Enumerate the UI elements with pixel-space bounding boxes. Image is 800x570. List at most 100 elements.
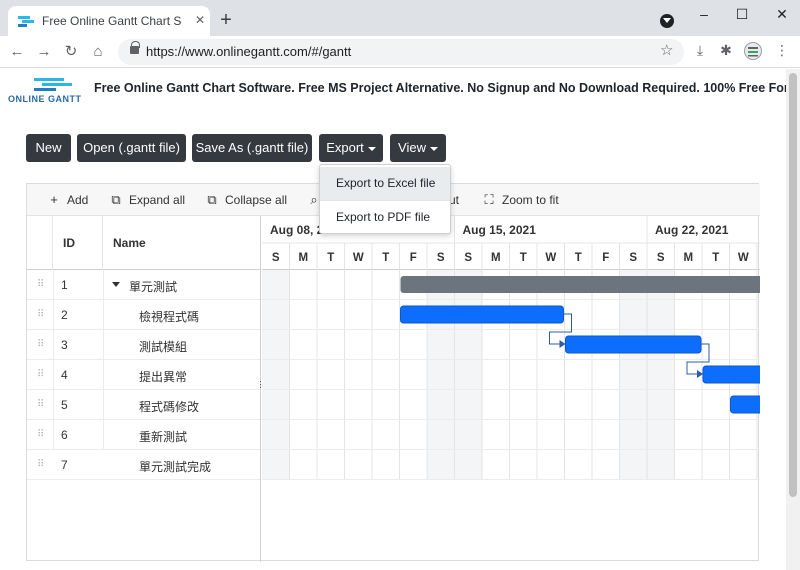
- new-button[interactable]: New: [26, 134, 71, 162]
- tab-title: Free Online Gantt Chart Software: [42, 14, 182, 28]
- task-name[interactable]: 重新測試: [139, 428, 187, 445]
- day-label: W: [738, 252, 749, 264]
- week-label: Aug 22, 2021: [655, 223, 729, 237]
- day-label: W: [353, 252, 364, 264]
- browser-menu-icon[interactable]: ⋮: [772, 42, 792, 59]
- browser-tab-strip: Free Online Gantt Chart Software ✕ + – ☐…: [0, 0, 800, 36]
- task-name[interactable]: 測試模組: [139, 338, 187, 355]
- tab-search-icon[interactable]: [660, 14, 674, 28]
- day-label: W: [545, 252, 556, 264]
- task-id: 5: [61, 398, 68, 412]
- weekend-column: [427, 270, 455, 480]
- export-excel-menu-item[interactable]: Export to Excel file: [320, 167, 450, 200]
- task-bar: [702, 365, 760, 384]
- save-as-button[interactable]: Save As (.gantt file): [192, 134, 312, 162]
- task-name[interactable]: 提出異常: [139, 368, 187, 385]
- download-icon[interactable]: ⤓: [690, 42, 710, 59]
- gantt-chart: + Add ⧉ Expand all ⧉ Collapse all ⌕ ut ⛶ Zoom…: [26, 183, 760, 562]
- browser-tab[interactable]: Free Online Gantt Chart Software ✕: [8, 6, 210, 36]
- day-label: T: [327, 252, 334, 264]
- task-id: 1: [61, 278, 68, 292]
- logo[interactable]: ONLINE GANTT: [8, 77, 81, 107]
- collapse-toggle-icon[interactable]: [112, 282, 120, 287]
- table-row[interactable]: ⠿ 4 提出異常: [27, 360, 260, 390]
- task-name[interactable]: 檢視程式碼: [139, 308, 199, 325]
- task-name[interactable]: 程式碼修改: [139, 398, 199, 415]
- fit-to-screen-icon: ⛶: [484, 192, 494, 207]
- task-id: 4: [61, 368, 68, 382]
- forward-arrow-icon[interactable]: →: [33, 41, 55, 63]
- weekend-column: [262, 270, 290, 480]
- week-label: Aug 15, 2021: [463, 223, 537, 237]
- drag-handle-icon[interactable]: ⠿: [37, 369, 44, 380]
- weekend-column: [647, 270, 675, 480]
- profile-avatar-icon[interactable]: [744, 42, 762, 60]
- export-pdf-menu-item[interactable]: Export to PDF file: [320, 201, 450, 234]
- home-icon[interactable]: ⌂: [87, 41, 109, 63]
- address-bar[interactable]: https://www.onlinegantt.com/#/gantt ☆: [118, 39, 684, 65]
- table-row[interactable]: ⠿ 2 檢視程式碼: [27, 300, 260, 330]
- day-label: S: [437, 252, 445, 264]
- plus-icon: +: [50, 192, 58, 207]
- window-close-button[interactable]: ✕: [770, 6, 794, 23]
- bookmark-star-icon[interactable]: ☆: [660, 41, 673, 59]
- task-name[interactable]: 單元測試: [129, 278, 177, 295]
- drag-handle-icon[interactable]: ⠿: [37, 309, 44, 320]
- lock-icon: [130, 41, 140, 54]
- drag-handle-icon[interactable]: ⠿: [37, 279, 44, 290]
- table-row[interactable]: ⠿ 1 單元測試: [27, 270, 260, 300]
- task-id: 6: [61, 428, 68, 442]
- zoom-to-fit-label: Zoom to fit: [502, 193, 559, 207]
- day-label: S: [464, 252, 472, 264]
- back-arrow-icon[interactable]: ←: [6, 41, 28, 63]
- timeline-svg: Aug 08, 2021 Aug 15, 2021 Aug 22, 2021S M T W…: [262, 216, 760, 480]
- weekend-column: [454, 270, 482, 480]
- view-label: View: [398, 140, 426, 155]
- grid-header: ID Name: [27, 216, 260, 270]
- close-icon[interactable]: ✕: [192, 12, 208, 28]
- view-button[interactable]: View: [390, 134, 446, 162]
- drag-handle-icon[interactable]: ⠿: [37, 399, 44, 410]
- expand-all-label: Expand all: [129, 193, 186, 207]
- day-label: S: [629, 252, 637, 264]
- expand-icon: ⧉: [111, 192, 121, 207]
- weekend-column: [619, 270, 647, 480]
- day-label: T: [712, 252, 719, 264]
- day-label: T: [382, 252, 389, 264]
- add-task-button[interactable]: + Add: [47, 192, 88, 207]
- task-grid: ID Name ⠿ 1 單元測試 ⠿ 2 檢視程式碼 ⠿ 3 測試模組 ⠿ 4 提出異常 ⠿ 5 程式碼修改…: [27, 216, 261, 562]
- caret-down-icon: [429, 146, 438, 151]
- expand-all-button[interactable]: ⧉ Expand all: [109, 192, 185, 208]
- name-column-header[interactable]: Name: [103, 216, 260, 270]
- table-row[interactable]: ⠿ 5 程式碼修改: [27, 390, 260, 420]
- day-label: F: [410, 252, 417, 264]
- table-row[interactable]: ⠿ 3 測試模組: [27, 330, 260, 360]
- day-label: T: [575, 252, 582, 264]
- day-label: T: [520, 252, 527, 264]
- drag-handle-icon[interactable]: ⠿: [37, 339, 44, 350]
- page-vertical-scrollbar[interactable]: [786, 69, 800, 570]
- collapse-all-button[interactable]: ⧉ Collapse all: [205, 192, 287, 208]
- page-tagline: Free Online Gantt Chart Software. Free M…: [94, 81, 800, 95]
- task-name[interactable]: 單元測試完成: [139, 458, 211, 475]
- day-label: M: [298, 252, 308, 264]
- zoom-to-fit-button[interactable]: ⛶ Zoom to fit: [482, 192, 559, 208]
- collapse-icon: ⧉: [207, 192, 217, 207]
- id-column-header[interactable]: ID: [53, 216, 103, 270]
- task-bar: [400, 305, 564, 324]
- table-row[interactable]: ⠿ 6 重新測試: [27, 420, 260, 450]
- extensions-icon[interactable]: ✱: [716, 42, 736, 59]
- drag-handle-icon[interactable]: ⠿: [37, 459, 44, 470]
- export-button[interactable]: Export: [319, 134, 383, 162]
- caret-down-icon: [367, 146, 376, 151]
- drag-handle-icon[interactable]: ⠿: [37, 429, 44, 440]
- new-tab-button[interactable]: +: [216, 10, 236, 30]
- minimize-button[interactable]: –: [692, 6, 716, 22]
- maximize-button[interactable]: ☐: [730, 6, 754, 23]
- reload-icon[interactable]: ↻: [60, 41, 82, 63]
- day-label: F: [602, 252, 609, 264]
- drag-column-header: [27, 216, 53, 270]
- task-bar: [565, 335, 702, 354]
- table-row[interactable]: ⠿ 7 單元測試完成: [27, 450, 260, 480]
- open-button[interactable]: Open (.gantt file): [77, 134, 186, 162]
